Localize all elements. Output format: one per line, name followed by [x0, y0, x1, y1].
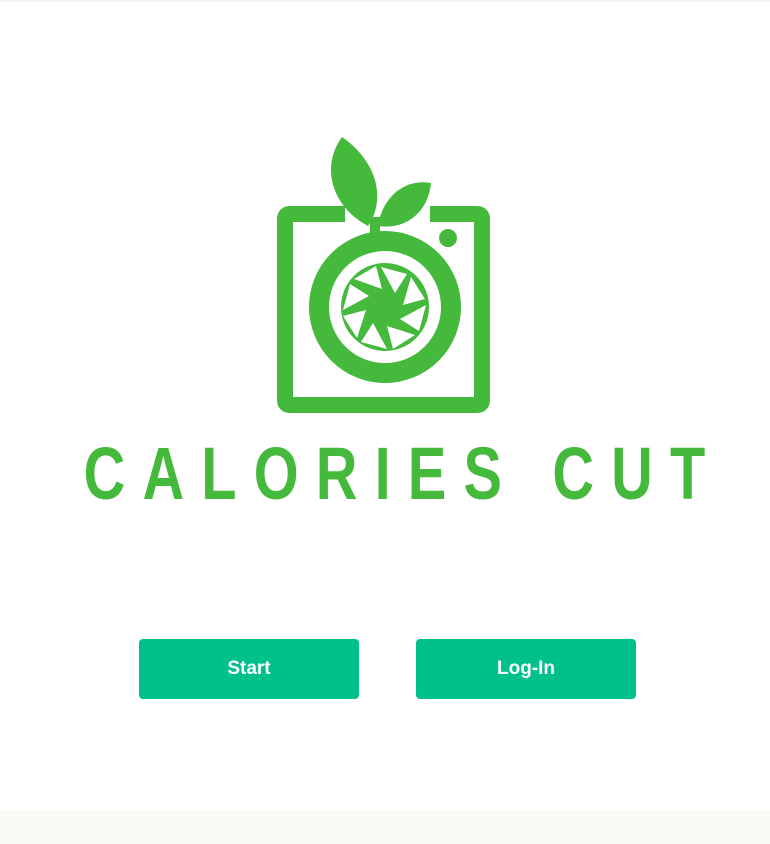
footer-bar: [0, 810, 770, 844]
start-button[interactable]: Start: [139, 639, 359, 699]
login-button[interactable]: Log-In: [416, 639, 636, 699]
brand-name: CALORIES CUT: [83, 432, 723, 515]
splash-screen: CALORIES CUT Start Log-In: [0, 2, 770, 810]
